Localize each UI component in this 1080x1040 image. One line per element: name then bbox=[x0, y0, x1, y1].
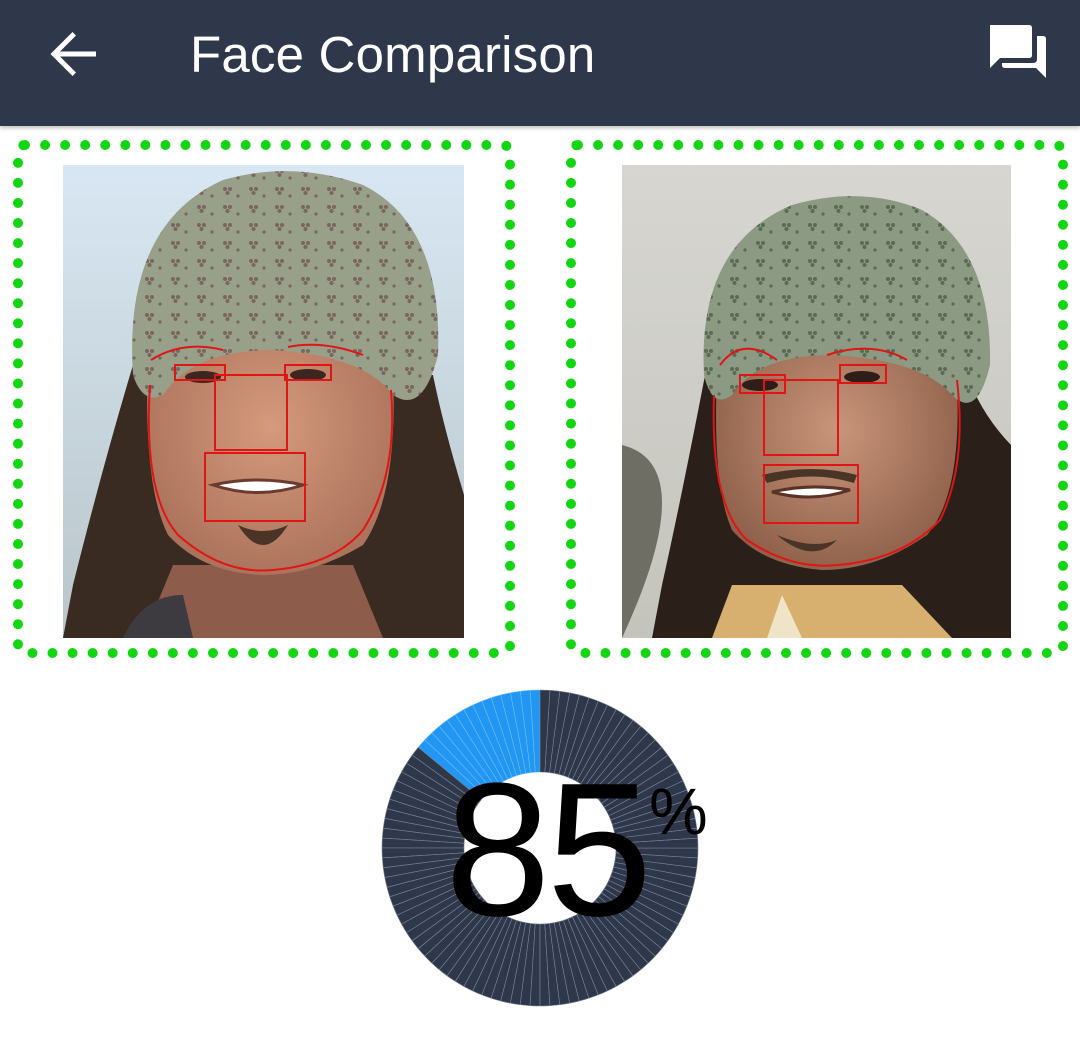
similarity-score: 85 bbox=[445, 744, 652, 956]
similarity-unit: % bbox=[649, 774, 708, 848]
arrow-back-icon bbox=[50, 32, 96, 76]
feedback-button[interactable] bbox=[985, 22, 1049, 86]
face-photo-right bbox=[622, 165, 1011, 638]
face-photo-left bbox=[63, 165, 464, 638]
back-button[interactable] bbox=[40, 21, 106, 87]
app-bar: Face Comparison bbox=[0, 0, 1080, 126]
page-title: Face Comparison bbox=[190, 26, 596, 83]
feedback-icon bbox=[990, 25, 1046, 78]
